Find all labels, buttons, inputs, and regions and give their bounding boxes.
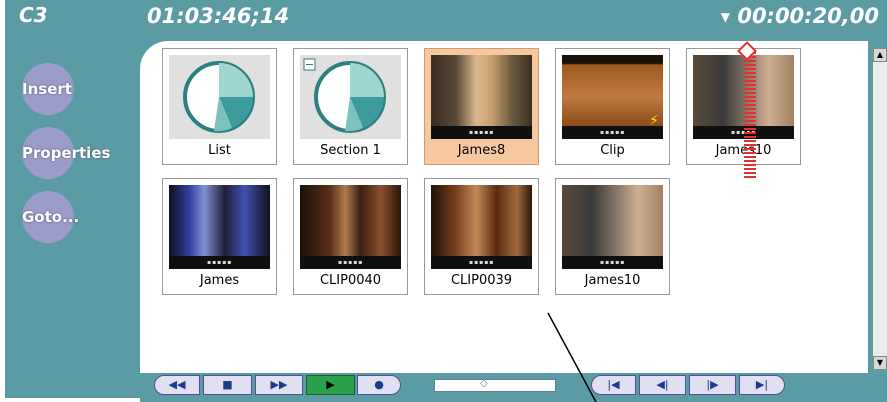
duration-arrow-icon: ▼ <box>720 10 731 24</box>
goto-end-button[interactable]: ▶| <box>739 375 785 395</box>
clip-label: CLIP0040 <box>319 273 382 288</box>
play-icon: ▶ <box>326 378 335 391</box>
scroll-track[interactable] <box>873 62 887 356</box>
clip-thumbnail: ▪▪▪▪▪ ⚡ <box>562 55 663 139</box>
clip-label: List <box>208 143 231 158</box>
clip-item-james8[interactable]: ▪▪▪▪▪ James8 <box>424 48 539 165</box>
timecode-strip: ▪▪▪▪▪ <box>300 256 401 269</box>
clip-item-section-1[interactable]: Section 1 <box>293 48 408 165</box>
james10-2-thumbnail: ▪▪▪▪▪ <box>562 185 663 269</box>
bin-scrollbar[interactable]: ▲ ▼ <box>873 48 887 370</box>
clip-item-list[interactable]: List <box>162 48 277 165</box>
timecode-strip: ▪▪▪▪▪ <box>562 126 663 139</box>
clip-item-clip0039[interactable]: ▪▪▪▪▪ CLIP0039 <box>424 178 539 295</box>
clip-label: Clip <box>600 143 625 158</box>
stop-icon: ■ <box>222 378 233 391</box>
insert-button[interactable]: Insert <box>22 63 74 115</box>
clip-item-clip[interactable]: ▪▪▪▪▪ ⚡ Clip <box>555 48 670 165</box>
playhead-marker[interactable] <box>744 52 756 178</box>
step-forward-button[interactable]: |▶ <box>689 375 736 395</box>
timecode-strip: ▪▪▪▪▪ <box>431 126 532 139</box>
section-pie-icon <box>300 55 401 139</box>
rewind-button[interactable]: ◀◀ <box>154 375 200 395</box>
properties-button-label: Properties <box>22 144 111 162</box>
clip-label: James8 <box>457 143 506 158</box>
goto-start-icon: |◀ <box>607 378 620 391</box>
goto-button[interactable]: Goto... <box>22 191 79 243</box>
timecode-strip: ▪▪▪▪▪ <box>562 256 663 269</box>
clip-item-clip0040[interactable]: ▪▪▪▪▪ CLIP0040 <box>293 178 408 295</box>
duration-display: ▼ 00:00:20,00 <box>721 4 879 28</box>
clip-grid: List Section 1 ▪▪▪▪▪ James8 ▪▪▪▪▪ ⚡ Clip… <box>140 41 868 373</box>
goto-end-icon: ▶| <box>755 378 769 391</box>
clip0040-thumbnail: ▪▪▪▪▪ <box>300 185 401 269</box>
jog-handle-icon[interactable]: ◇ <box>480 378 488 389</box>
channel-label: C3 <box>19 3 48 27</box>
fast-forward-icon: ▶▶ <box>270 378 288 391</box>
list-pie-icon <box>169 55 270 139</box>
lightning-icon: ⚡ <box>649 113 659 129</box>
jog-slider[interactable]: ◇ <box>434 378 556 392</box>
left-panel: C3 Insert Properties Goto... <box>5 0 140 398</box>
clip-item-james[interactable]: ▪▪▪▪▪ James <box>162 178 277 295</box>
step-back-icon: ◀| <box>656 378 669 391</box>
current-timecode: 01:03:46;14 <box>147 4 290 28</box>
goto-start-button[interactable]: |◀ <box>591 375 636 395</box>
record-icon: ● <box>374 378 384 391</box>
record-button[interactable]: ● <box>357 375 401 395</box>
clip-label: Section 1 <box>320 143 381 158</box>
clip-label: James10 <box>584 273 641 288</box>
scroll-down-icon[interactable]: ▼ <box>873 356 887 370</box>
clip-bin: List Section 1 ▪▪▪▪▪ James8 ▪▪▪▪▪ ⚡ Clip… <box>140 41 887 373</box>
stop-button[interactable]: ■ <box>203 375 252 395</box>
app-window: C3 Insert Properties Goto... 01:03:46;14… <box>0 0 887 402</box>
properties-button[interactable]: Properties <box>22 127 110 179</box>
timecode-strip: ▪▪▪▪▪ <box>431 256 532 269</box>
clip-label: CLIP0039 <box>450 273 513 288</box>
fast-forward-button[interactable]: ▶▶ <box>255 375 303 395</box>
clip-label: James <box>199 273 240 288</box>
timecode-bar: 01:03:46;14 ▼ 00:00:20,00 <box>140 0 887 41</box>
clip-item-james10-2[interactable]: ▪▪▪▪▪ James10 <box>555 178 670 295</box>
scroll-up-icon[interactable]: ▲ <box>873 48 887 62</box>
insert-button-label: Insert <box>22 80 72 98</box>
play-button[interactable]: ▶ <box>306 375 355 395</box>
james8-thumbnail: ▪▪▪▪▪ <box>431 55 532 139</box>
rewind-icon: ◀◀ <box>168 378 186 391</box>
goto-button-label: Goto... <box>22 208 80 226</box>
clip0039-thumbnail: ▪▪▪▪▪ <box>431 185 532 269</box>
step-forward-icon: |▶ <box>706 378 719 391</box>
james-thumbnail: ▪▪▪▪▪ <box>169 185 270 269</box>
timecode-strip: ▪▪▪▪▪ <box>169 256 270 269</box>
duration-value: 00:00:20,00 <box>737 4 879 28</box>
step-back-button[interactable]: ◀| <box>639 375 686 395</box>
